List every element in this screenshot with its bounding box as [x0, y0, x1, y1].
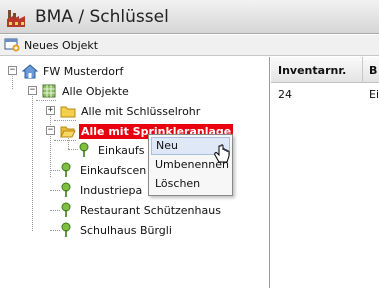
tree-line — [50, 210, 60, 211]
tree-node-object[interactable]: Einkaufs — [78, 141, 146, 159]
map-pin-icon — [61, 162, 71, 177]
grid-pane: Inventarnr. B 24 Ei — [271, 57, 379, 288]
tree-node-root[interactable]: FW Musterdorf — [22, 62, 125, 80]
toolbar: Neues Objekt — [0, 35, 379, 56]
tree-line — [12, 73, 13, 89]
window-title: BMA / Schlüssel — [35, 7, 169, 27]
tree-line — [50, 113, 51, 177]
new-object-button[interactable]: Neues Objekt — [4, 37, 98, 53]
add-window-icon — [4, 38, 20, 52]
tree-node-object[interactable]: Restaurant Schützenhaus — [60, 201, 223, 219]
grid-header: Inventarnr. B — [271, 57, 379, 83]
home-icon — [22, 63, 38, 78]
collapse-icon[interactable]: − — [46, 126, 55, 135]
tree-node-group-key[interactable]: Alle mit Schlüsselrohr — [60, 102, 202, 120]
map-pin-icon — [61, 222, 71, 237]
table-icon — [42, 84, 56, 98]
tree-line — [54, 120, 76, 121]
menu-item-delete[interactable]: Löschen — [151, 175, 230, 193]
tree-line — [68, 149, 78, 150]
tree-line — [50, 230, 60, 231]
map-pin-icon — [61, 182, 71, 197]
tree-node-object[interactable]: Industriepa — [60, 181, 144, 199]
cell-b: Ei — [369, 88, 379, 101]
column-resize-handle[interactable] — [362, 57, 363, 83]
tree-line — [50, 170, 60, 171]
folder-open-icon — [60, 126, 76, 137]
cell-inventarnr: 24 — [278, 88, 292, 101]
tree-node-label: FW Musterdorf — [43, 64, 124, 78]
map-pin-icon — [61, 202, 71, 217]
tree-node-object[interactable]: Schulhaus Bürgli — [60, 221, 174, 239]
tree-line — [36, 100, 56, 101]
tree-node-object[interactable]: Einkaufscen — [60, 161, 148, 179]
column-header-inventarnr[interactable]: Inventarnr. — [278, 64, 346, 77]
hand-cursor-icon — [214, 144, 230, 163]
tree-node-label: Schulhaus Bürgli — [80, 223, 172, 237]
tree-line — [54, 140, 76, 141]
tree-line — [32, 93, 33, 231]
new-object-label: Neues Objekt — [24, 38, 99, 52]
tree-node-label: Einkaufs — [98, 143, 145, 157]
collapse-icon[interactable]: − — [28, 86, 37, 95]
folder-icon — [60, 106, 76, 117]
factory-icon — [7, 10, 25, 27]
map-pin-icon — [79, 142, 89, 157]
expand-icon[interactable]: + — [46, 106, 55, 115]
collapse-icon[interactable]: − — [8, 66, 17, 75]
tree-node-label: Einkaufscen — [80, 163, 147, 177]
tree-line — [50, 190, 60, 191]
tree-node-label: Alle mit Schlüsselrohr — [81, 104, 201, 118]
tree-node-label: Industriepa — [80, 183, 143, 197]
tree-node-label: Restaurant Schützenhaus — [80, 203, 221, 217]
tree-node-label: Alle Objekte — [62, 84, 129, 98]
window-titlebar: BMA / Schlüssel — [0, 0, 379, 34]
tree-node-all-objects[interactable]: Alle Objekte — [42, 82, 131, 100]
column-header-b[interactable]: B — [369, 64, 377, 77]
